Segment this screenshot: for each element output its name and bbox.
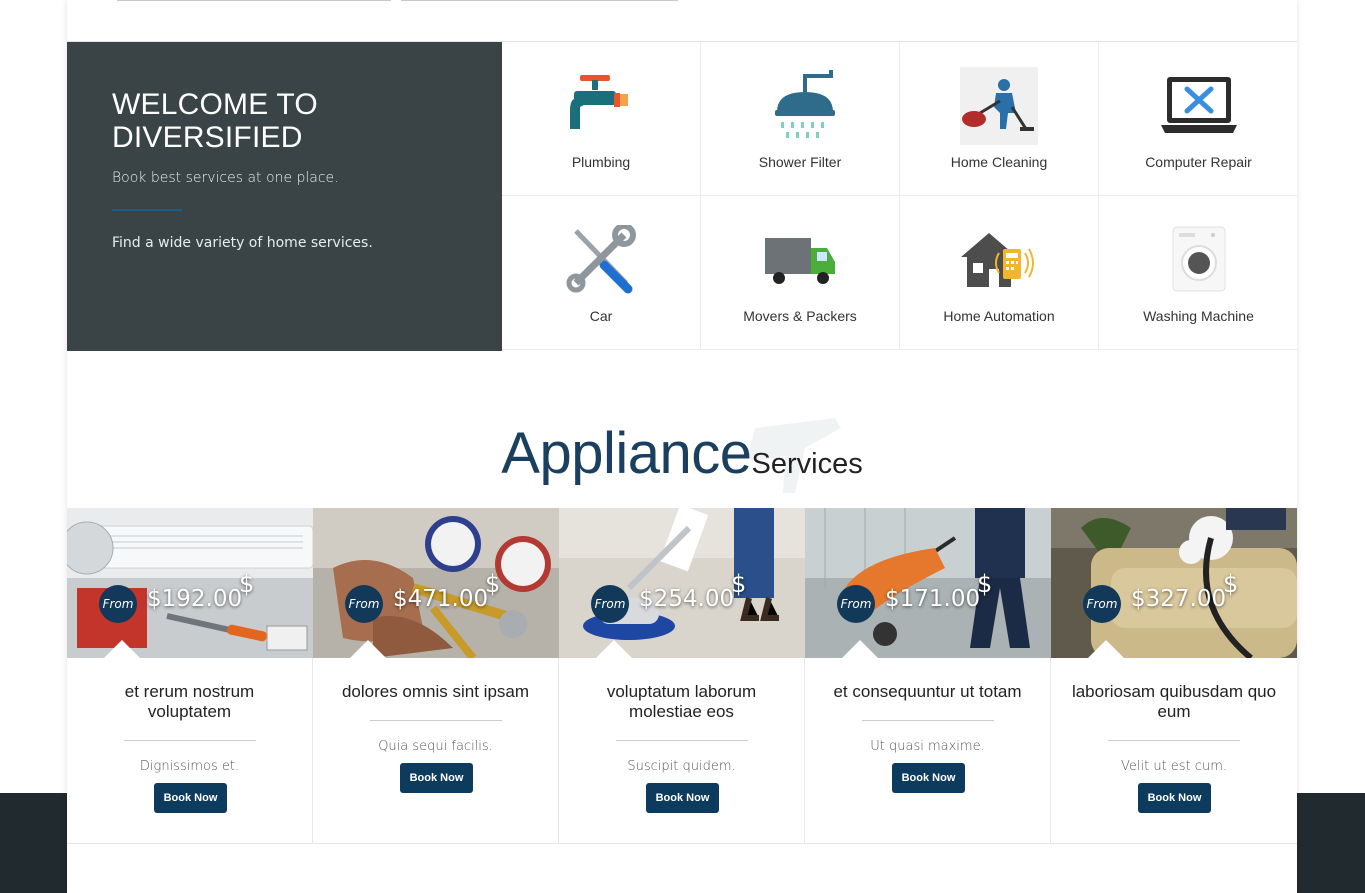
book-now-button[interactable]: Book Now — [646, 783, 719, 813]
service-card: From $254.00 $ voluptatum laborum molest… — [559, 508, 805, 844]
currency-symbol: $ — [485, 570, 501, 598]
card-title: et rerum nostrum voluptatem — [124, 682, 255, 721]
top-tab-underline-2 — [401, 0, 678, 1]
service-shower-filter[interactable]: Shower Filter — [701, 42, 900, 196]
card-divider — [862, 720, 994, 721]
service-card: From $192.00 $ et rerum nostrum voluptat… — [67, 508, 313, 844]
card-description: Ut quasi maxime. — [870, 739, 985, 754]
currency-symbol: $ — [1223, 570, 1239, 598]
washing-machine-icon — [1159, 220, 1239, 300]
gauges-photo — [313, 508, 559, 658]
section-title-main: Appliance — [501, 421, 752, 486]
currency-symbol: $ — [239, 570, 255, 598]
from-badge: From — [837, 585, 875, 623]
price-label: $327.00 — [1131, 586, 1227, 612]
from-badge: From — [99, 585, 137, 623]
card-divider — [616, 740, 748, 741]
price-label: $254.00 — [639, 586, 735, 612]
vacuum-photo — [805, 508, 1051, 658]
card-title: laboriosam quibusdam quo eum — [1071, 682, 1277, 721]
ac-tools-photo — [67, 508, 313, 658]
service-computer-repair[interactable]: Computer Repair — [1099, 42, 1298, 196]
photo-notch — [103, 640, 141, 659]
sofa-cleaning-photo — [1051, 508, 1297, 658]
service-car[interactable]: Car — [502, 196, 701, 350]
photo-notch — [841, 640, 879, 659]
service-card: From $171.00 $ et consequuntur ut totam … — [805, 508, 1051, 844]
service-grid: Plumbing Shower Filter Home Cleaning Com… — [502, 42, 1298, 351]
service-movers-packers[interactable]: Movers & Packers — [701, 196, 900, 350]
smart-home-icon — [959, 220, 1039, 300]
card-divider — [1108, 740, 1240, 741]
welcome-divider — [112, 209, 182, 211]
service-label: Shower Filter — [758, 154, 842, 170]
price-label: $471.00 — [393, 586, 489, 612]
from-badge: From — [591, 585, 629, 623]
from-badge: From — [345, 585, 383, 623]
faucet-icon — [561, 66, 641, 146]
vacuum-cleaning-icon — [959, 66, 1039, 146]
card-description: Dignissimos et. — [139, 759, 240, 774]
book-now-button[interactable]: Book Now — [154, 783, 227, 813]
currency-symbol: $ — [731, 570, 747, 598]
service-label: Home Cleaning — [950, 154, 1048, 170]
wrench-screwdriver-icon — [561, 220, 641, 300]
floor-polisher-photo — [559, 508, 805, 658]
service-home-automation[interactable]: Home Automation — [900, 196, 1099, 350]
card-title: et consequuntur ut totam — [833, 682, 1022, 701]
truck-icon — [760, 220, 840, 300]
card-title: voluptatum laborum molestiae eos — [606, 682, 757, 721]
service-card: From $327.00 $ laboriosam quibusdam quo … — [1051, 508, 1297, 844]
laptop-repair-icon — [1159, 66, 1239, 146]
book-now-button[interactable]: Book Now — [1138, 783, 1211, 813]
shower-icon — [760, 66, 840, 146]
section-title-sub: Services — [751, 448, 863, 480]
welcome-subtitle: Book best services at one place. — [112, 170, 339, 186]
from-badge: From — [1083, 585, 1121, 623]
service-plumbing[interactable]: Plumbing — [502, 42, 701, 196]
service-label: Car — [589, 308, 613, 324]
book-now-button[interactable]: Book Now — [400, 763, 473, 793]
welcome-title: WELCOME TO DIVERSIFIED — [112, 88, 318, 154]
welcome-panel: WELCOME TO DIVERSIFIED Book best service… — [67, 42, 502, 351]
top-tab-underline-1 — [117, 0, 391, 1]
book-now-button[interactable]: Book Now — [892, 763, 965, 793]
service-label: Home Automation — [943, 308, 1055, 324]
photo-notch — [595, 640, 633, 659]
photo-notch — [349, 640, 387, 659]
card-description: Quia sequi facilis. — [378, 739, 493, 754]
page-container: WELCOME TO DIVERSIFIED Book best service… — [67, 0, 1298, 893]
card-divider — [370, 720, 502, 721]
card-description: Velit ut est cum. — [1121, 759, 1227, 774]
service-label: Plumbing — [571, 154, 631, 170]
service-label: Washing Machine — [1143, 308, 1254, 324]
welcome-tagline: Find a wide variety of home services. — [112, 235, 373, 251]
service-card: From $471.00 $ dolores omnis sint ipsam … — [313, 508, 559, 844]
service-label: Computer Repair — [1145, 154, 1252, 170]
photo-notch — [1087, 640, 1125, 659]
card-description: Suscipit quidem. — [627, 759, 736, 774]
appliance-service-cards: From $192.00 $ et rerum nostrum voluptat… — [67, 508, 1297, 844]
price-label: $192.00 — [147, 586, 243, 612]
section-heading: ApplianceServices — [67, 420, 1297, 487]
service-washing-machine[interactable]: Washing Machine — [1099, 196, 1298, 350]
service-home-cleaning[interactable]: Home Cleaning — [900, 42, 1099, 196]
card-divider — [124, 740, 256, 741]
currency-symbol: $ — [977, 570, 993, 598]
price-label: $171.00 — [885, 586, 981, 612]
card-title: dolores omnis sint ipsam — [341, 682, 530, 701]
service-label: Movers & Packers — [743, 308, 857, 324]
